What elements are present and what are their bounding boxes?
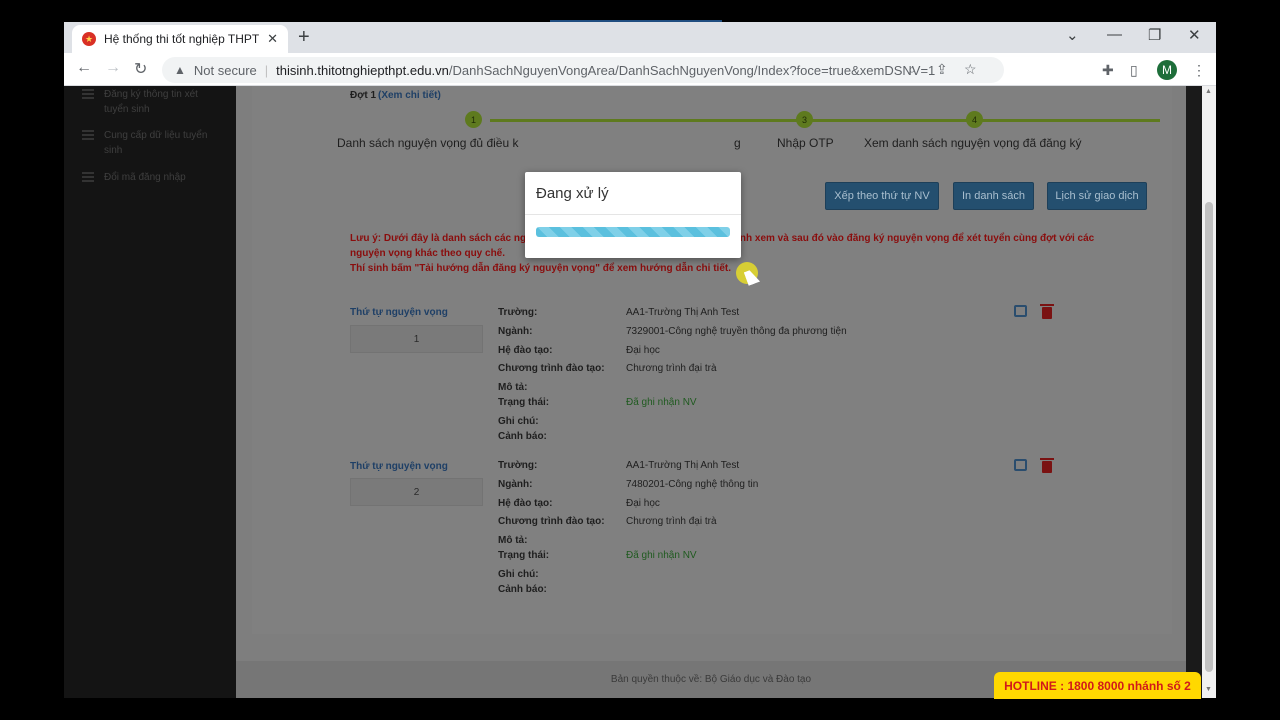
step-1-dot: 1 bbox=[465, 111, 482, 128]
desc-label: Mô tả: bbox=[498, 382, 528, 393]
extensions-icon[interactable]: ✚ bbox=[1102, 62, 1114, 79]
note-label: Ghi chú: bbox=[498, 569, 539, 580]
modal-title: Đang xử lý bbox=[536, 185, 609, 202]
modal-divider bbox=[525, 214, 741, 215]
sidebar-item-label: Đăng ký thông tin xét tuyển sinh bbox=[104, 89, 198, 115]
stepper-line bbox=[490, 119, 1160, 122]
vertical-scrollbar[interactable]: ▲ ▼ bbox=[1202, 86, 1216, 698]
order-input[interactable]: 2 bbox=[350, 478, 483, 506]
school-label: Trường: bbox=[498, 307, 538, 318]
star-icon[interactable]: ☆ bbox=[964, 61, 977, 78]
sidebar: Đăng ký thông tin xét tuyển sinh Cung cấ… bbox=[64, 86, 236, 698]
school-label: Trường: bbox=[498, 460, 538, 471]
program-label: Chương trình đào tạo: bbox=[498, 363, 605, 374]
edit-icon[interactable] bbox=[1014, 459, 1027, 471]
step-3-dot: 3 bbox=[796, 111, 813, 128]
url-path: /DanhSachNguyenVongArea/DanhSachNguyenVo… bbox=[448, 62, 936, 78]
zoom-icon[interactable]: ⌕ bbox=[908, 61, 916, 78]
status-value: Đã ghi nhận NV bbox=[626, 550, 697, 561]
sidebar-item-change-password[interactable]: Đổi mã đăng nhập bbox=[82, 170, 222, 185]
sidebar-item-label: Cung cấp dữ liệu tuyển sinh bbox=[104, 130, 208, 156]
program-label: Chương trình đào tạo: bbox=[498, 516, 605, 527]
scrollbar-thumb[interactable] bbox=[1205, 202, 1213, 672]
step-1-label: Danh sách nguyện vọng đủ điều k bbox=[337, 136, 519, 150]
desc-label: Mô tả: bbox=[498, 535, 528, 546]
school-value: AA1-Trường Thị Anh Test bbox=[626, 460, 740, 471]
warning-icon[interactable]: ▲ bbox=[174, 63, 186, 77]
program-value: Chương trình đại trà bbox=[626, 516, 717, 527]
close-tab-icon[interactable]: ✕ bbox=[267, 31, 278, 47]
edit-icon[interactable] bbox=[1014, 305, 1027, 317]
system-value: Đại học bbox=[626, 498, 660, 509]
url-host: thisinh.thitotnghiepthpt.edu.vn bbox=[276, 62, 449, 78]
system-label: Hệ đào tạo: bbox=[498, 498, 553, 509]
security-label[interactable]: Not secure bbox=[194, 63, 257, 78]
order-label: Thứ tự nguyện vọng bbox=[350, 307, 448, 318]
address-bar-row: ← → ↻ ▲ Not secure | thisinh.thitotnghie… bbox=[64, 53, 1216, 86]
omnibox-separator: | bbox=[264, 62, 269, 78]
hotline-badge[interactable]: HOTLINE : 1800 8000 nhánh số 2 bbox=[994, 672, 1201, 699]
progress-bar bbox=[536, 227, 730, 237]
tab-bar: ★ Hệ thống thi tốt nghiệp THPT 20 ✕ + ⌄ … bbox=[64, 22, 1216, 53]
delete-icon[interactable] bbox=[1040, 458, 1054, 473]
note-label: Ghi chú: bbox=[498, 416, 539, 427]
browser-tab[interactable]: ★ Hệ thống thi tốt nghiệp THPT 20 ✕ bbox=[72, 25, 288, 53]
new-tab-button[interactable]: + bbox=[298, 26, 310, 49]
step-4-label: Xem danh sách nguyện vọng đã đăng ký bbox=[864, 136, 1082, 150]
scroll-down-icon[interactable]: ▼ bbox=[1205, 686, 1212, 693]
restore-button[interactable]: ❐ bbox=[1148, 26, 1161, 44]
profile-avatar[interactable]: M bbox=[1157, 60, 1177, 80]
system-label: Hệ đào tạo: bbox=[498, 345, 553, 356]
browser-window: ★ Hệ thống thi tốt nghiệp THPT 20 ✕ + ⌄ … bbox=[64, 22, 1216, 698]
system-value: Đại học bbox=[626, 345, 660, 356]
sidebar-item-register-info[interactable]: Đăng ký thông tin xét tuyển sinh bbox=[82, 87, 222, 117]
school-value: AA1-Trường Thị Anh Test bbox=[626, 307, 740, 318]
major-value: 7329001-Công nghệ truyền thông đa phương… bbox=[626, 326, 847, 337]
forward-icon[interactable]: → bbox=[105, 59, 121, 77]
menu-icon[interactable]: ⋮ bbox=[1192, 62, 1206, 79]
status-label: Trạng thái: bbox=[498, 397, 550, 408]
major-label: Ngành: bbox=[498, 326, 533, 337]
share-icon[interactable]: ⇪ bbox=[936, 61, 948, 78]
side-panel-icon[interactable]: ▯ bbox=[1130, 62, 1138, 79]
status-value: Đã ghi nhận NV bbox=[626, 397, 697, 408]
sidebar-item-provide-data[interactable]: Cung cấp dữ liệu tuyển sinh bbox=[82, 128, 222, 158]
close-window-button[interactable]: ✕ bbox=[1188, 26, 1201, 44]
warning-label: Cảnh báo: bbox=[498, 584, 547, 595]
tab-search-icon[interactable]: ⌄ bbox=[1066, 26, 1079, 44]
page-gutter bbox=[1186, 86, 1202, 698]
reload-icon[interactable]: ↻ bbox=[134, 59, 147, 79]
history-button[interactable]: Lịch sử giao dịch bbox=[1047, 182, 1147, 210]
wish-card: Đợt 1 (Xem chi tiết) 1 3 4 Danh sách ngu… bbox=[252, 86, 1172, 634]
major-label: Ngành: bbox=[498, 479, 533, 490]
processing-modal: Đang xử lý bbox=[525, 172, 741, 258]
print-button[interactable]: In danh sách bbox=[953, 182, 1034, 210]
tab-title: Hệ thống thi tốt nghiệp THPT 20 bbox=[104, 32, 262, 46]
list-icon bbox=[82, 172, 94, 182]
omnibox[interactable]: ▲ Not secure | thisinh.thitotnghiepthpt.… bbox=[162, 57, 1004, 83]
round-label: Đợt 1 bbox=[350, 90, 377, 101]
emblem-icon: ★ bbox=[82, 32, 96, 46]
list-icon bbox=[82, 89, 94, 99]
step-4-dot: 4 bbox=[966, 111, 983, 128]
program-value: Chương trình đại trà bbox=[626, 363, 717, 374]
minimize-button[interactable]: — bbox=[1107, 26, 1122, 43]
list-icon bbox=[82, 130, 94, 140]
delete-icon[interactable] bbox=[1040, 304, 1054, 319]
warning-label: Cảnh báo: bbox=[498, 431, 547, 442]
sort-button[interactable]: Xếp theo thứ tự NV bbox=[825, 182, 939, 210]
page-content: Đăng ký thông tin xét tuyển sinh Cung cấ… bbox=[64, 86, 1216, 698]
step-2-label: g bbox=[734, 136, 741, 150]
round-detail-link[interactable]: (Xem chi tiết) bbox=[378, 90, 441, 101]
status-label: Trạng thái: bbox=[498, 550, 550, 561]
back-icon[interactable]: ← bbox=[76, 59, 92, 77]
sidebar-item-label: Đổi mã đăng nhập bbox=[104, 172, 186, 183]
step-3-label: Nhập OTP bbox=[777, 136, 834, 150]
scroll-up-icon[interactable]: ▲ bbox=[1205, 88, 1212, 95]
notice-line-2: nguyện vọng khác theo quy chế. bbox=[350, 248, 506, 259]
notice-line-3: Thí sinh bấm "Tải hướng dẫn đăng ký nguy… bbox=[350, 263, 731, 274]
order-input[interactable]: 1 bbox=[350, 325, 483, 353]
order-label: Thứ tự nguyện vọng bbox=[350, 461, 448, 472]
major-value: 7480201-Công nghệ thông tin bbox=[626, 479, 759, 490]
